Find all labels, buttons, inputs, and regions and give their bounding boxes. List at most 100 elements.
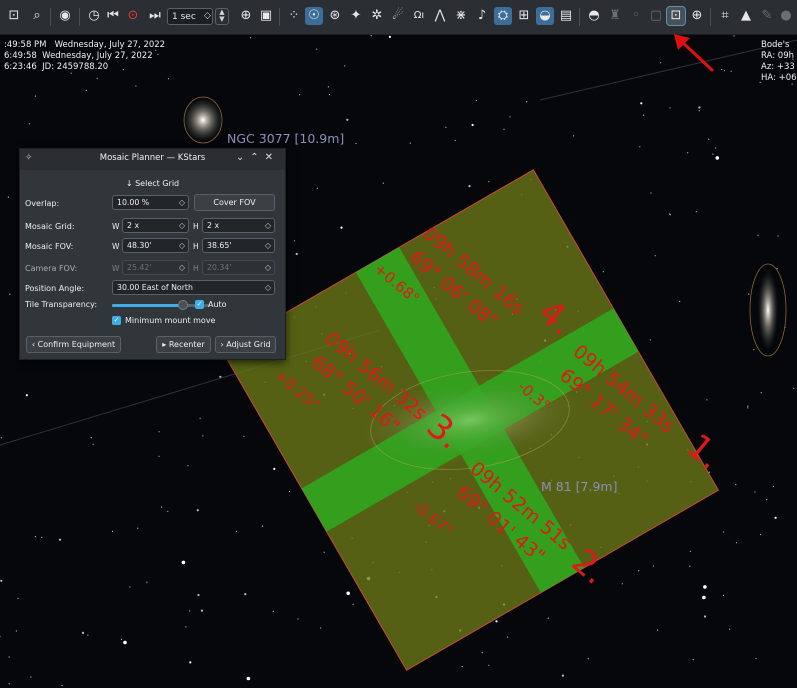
deep-sky-icon[interactable]: ☉: [305, 7, 323, 25]
position-angle-value: 30.00 East of North: [117, 283, 193, 292]
equatorial-icon[interactable]: ⊕: [237, 7, 255, 25]
tile-transparency-label: Tile Transparency:: [25, 300, 98, 309]
sky-map[interactable]: 09h 58m 16s 69° 06' 08" +0.68° 4. 09h 56…: [0, 35, 797, 688]
time-info: :49:58 PM Wednesday, July 27, 2022 6:49:5…: [4, 40, 165, 73]
recenter-button[interactable]: ▸ Recenter: [156, 336, 211, 353]
overlap-spinbox[interactable]: 10.00 % ◇: [112, 195, 189, 210]
toolbar-separator: [579, 8, 580, 26]
window-controls[interactable]: ⌄⌃✕: [236, 152, 279, 163]
star-icon[interactable]: ✦: [347, 7, 365, 25]
hips-icon: ♜: [609, 8, 621, 23]
min-mount-checkbox[interactable]: ✓: [112, 316, 121, 325]
grid-icon[interactable]: ⛭: [494, 7, 512, 25]
constellation-art-icon[interactable]: ⋇: [452, 7, 470, 25]
zoom-fit-icon[interactable]: ⊡: [5, 7, 23, 25]
annotation-arrow: [674, 34, 714, 72]
fov-w-spinbox[interactable]: 48.30' ◇: [122, 238, 189, 253]
grid-h-value: 2 x: [207, 221, 220, 230]
mosaic-planner-dialog: ✧ Mosaic Planner — KStars ⌄⌃✕ ↓ Select G…: [19, 148, 286, 360]
spin-icon: ◇: [264, 263, 271, 272]
mosaic-grid-label: Mosaic Grid:: [25, 222, 75, 231]
spin-icon: ◇: [178, 263, 185, 272]
spin-icon[interactable]: ▲ ▼: [215, 8, 229, 25]
select-grid-button[interactable]: ↓ Select Grid: [20, 179, 285, 188]
overlap-label: Overlap:: [25, 199, 60, 208]
object-az: Az: +33: [761, 62, 795, 72]
camera-w-label: W: [112, 264, 120, 273]
supernova-icon[interactable]: ◓: [585, 7, 603, 25]
ngc3077-label[interactable]: NGC 3077 [10.9m]: [227, 131, 344, 146]
boundaries-icon[interactable]: ⊞: [515, 7, 533, 25]
grid-h-label: H: [193, 222, 199, 231]
galaxy-icon[interactable]: ⊛: [326, 7, 344, 25]
camera-w-value: 25.42': [127, 263, 152, 272]
recenter-label: Recenter: [168, 340, 205, 349]
pencil-icon: ✎: [761, 8, 773, 23]
spin-icon[interactable]: ◇: [265, 219, 271, 232]
toolbar-separator: [50, 8, 51, 26]
nebula-icon[interactable]: ✲: [368, 7, 386, 25]
pause-clock-icon[interactable]: ⊙: [124, 7, 142, 25]
grid-w-label: W: [112, 222, 120, 231]
spin-icon[interactable]: ◇: [265, 239, 271, 252]
globe-icon[interactable]: ◉: [56, 7, 74, 25]
dialog-titlebar[interactable]: ✧ Mosaic Planner — KStars ⌄⌃✕: [20, 149, 285, 170]
transparency-slider-handle[interactable]: [177, 300, 188, 310]
mosaic-fov-label: Mosaic FOV:: [25, 242, 74, 251]
constellation-lines-icon[interactable]: ⋀: [431, 7, 449, 25]
spin-icon[interactable]: ◇: [179, 196, 185, 209]
step-backward-icon[interactable]: ⏮: [104, 7, 122, 25]
constellation-names-icon[interactable]: Ωı: [410, 7, 428, 25]
confirm-equipment-label: Confirm Equipment: [37, 340, 116, 349]
object-name: Bode's: [761, 40, 790, 50]
camera-w-spinbox: 25.42' ◇: [122, 260, 189, 275]
confirm-equipment-button[interactable]: ‹ Confirm Equipment: [26, 336, 121, 353]
camera-h-spinbox: 20.34' ◇: [202, 260, 275, 275]
m81-label[interactable]: M 81 [7.9m]: [541, 479, 617, 494]
julian-date: 6:23:46 JD: 2459788.20: [4, 62, 109, 72]
spin-icon[interactable]: ◇: [179, 239, 185, 252]
fov-w-value: 48.30': [127, 241, 152, 250]
adjust-grid-label: Adjust Grid: [226, 340, 271, 349]
fov-h-label: H: [193, 242, 199, 251]
grid-w-spinbox[interactable]: 2 x ◇: [122, 218, 189, 233]
camera-fov-label: Camera FOV:: [25, 264, 78, 273]
spin-icon[interactable]: ◇: [265, 281, 271, 294]
adjust-grid-button[interactable]: › Adjust Grid: [215, 336, 276, 353]
camera-h-label: H: [193, 264, 199, 273]
auto-checkbox[interactable]: ✓: [195, 300, 204, 309]
mosaic-grid[interactable]: 09h 58m 16s 69° 06' 08" +0.68° 4. 09h 56…: [0, 35, 797, 688]
auto-label: Auto: [208, 300, 227, 309]
overlap-value: 10.00 %: [117, 198, 150, 207]
min-mount-label: Minimum mount move: [125, 316, 216, 325]
rate-select-value: 1 sec: [172, 12, 196, 22]
camera-h-value: 20.34': [207, 263, 232, 272]
spin-icon[interactable]: ◇: [179, 219, 185, 232]
image-overlay-icon[interactable]: ▣: [257, 7, 275, 25]
stars-icon[interactable]: ⁘: [285, 7, 303, 25]
local-time: :49:58 PM Wednesday, July 27, 2022: [4, 40, 166, 50]
toolbar-separator: [79, 8, 80, 26]
toolbar-separator: [279, 8, 280, 26]
comet-icon[interactable]: ☄: [389, 7, 407, 25]
milky-way-icon[interactable]: ♪: [473, 7, 491, 25]
search-icon[interactable]: ⌕: [28, 7, 46, 25]
toolbar-separator: [710, 8, 711, 26]
fov-h-spinbox[interactable]: 38.65' ◇: [202, 238, 275, 253]
horizon-icon[interactable]: ◒: [536, 7, 554, 25]
object-ha: HA: +06: [761, 73, 797, 83]
transparency-slider-fill: [112, 304, 183, 307]
step-forward-icon[interactable]: ⏭: [146, 7, 164, 25]
cover-fov-button[interactable]: Cover FOV: [194, 194, 275, 211]
satellite-icon[interactable]: ▤: [557, 7, 575, 25]
grid-h-spinbox[interactable]: 2 x ◇: [202, 218, 275, 233]
clock-icon[interactable]: ◷: [85, 7, 103, 25]
object-ra: RA: 09h: [761, 51, 794, 61]
mosaic-icon[interactable]: ⊡: [666, 6, 686, 26]
grid-w-value: 2 x: [127, 221, 140, 230]
fov-icon[interactable]: ⌗: [716, 7, 734, 25]
lock-icon[interactable]: ▲: [737, 7, 755, 25]
more-icon[interactable]: ●: [777, 7, 795, 25]
crosshair-icon[interactable]: ⊕: [688, 7, 706, 25]
position-angle-spinbox[interactable]: 30.00 East of North ◇: [112, 280, 275, 295]
